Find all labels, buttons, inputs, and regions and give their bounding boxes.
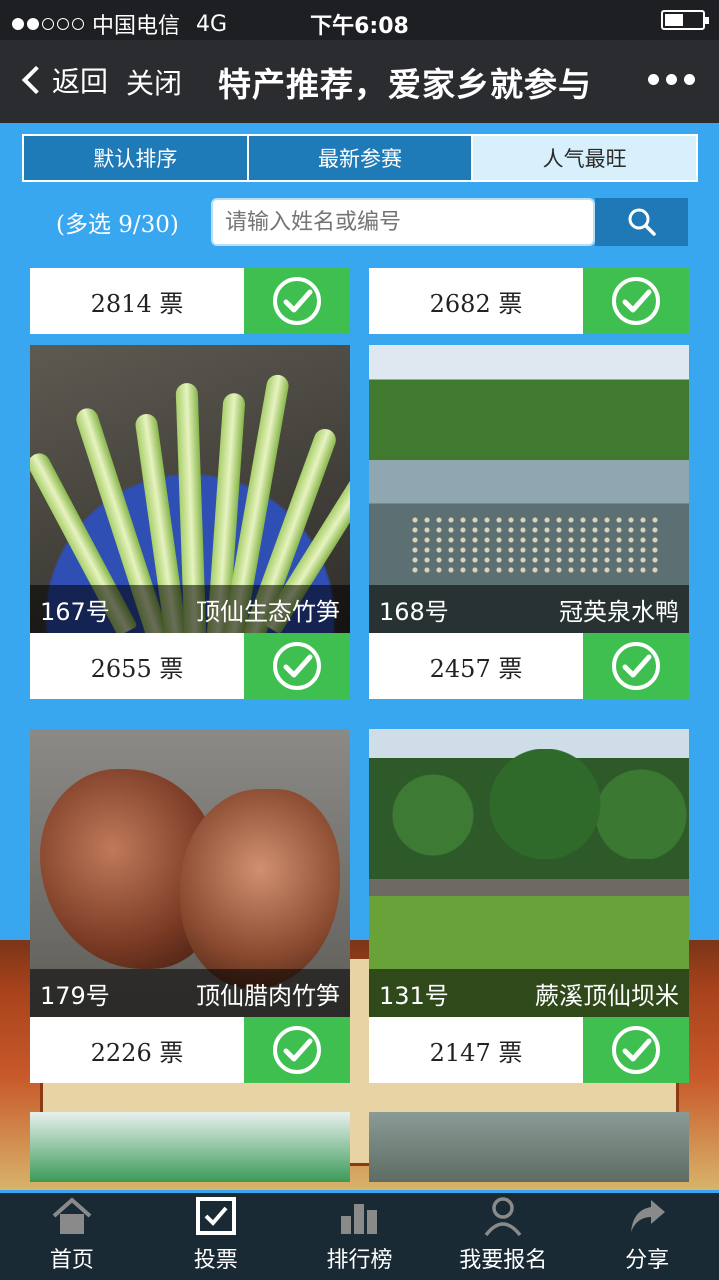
bottom-tab-bar: 首页 投票 排行榜 我要报名 分享	[0, 1193, 719, 1280]
clock: 下午6:08	[310, 14, 409, 39]
contestant-number: 168号	[379, 597, 449, 626]
contestant-photo[interactable]	[369, 1112, 689, 1182]
contestant-caption: 179号 顶仙腊肉竹笋	[30, 969, 350, 1017]
contestant-list[interactable]: 2814 票 2682 票 167号 顶仙生态竹笋 2655 票 168号 冠英…	[0, 268, 719, 1193]
vote-button[interactable]	[244, 268, 350, 334]
contestant-caption: 167号 顶仙生态竹笋	[30, 585, 350, 633]
share-icon	[624, 1193, 670, 1238]
page-title: 特产推荐，爱家乡就参与	[218, 65, 592, 104]
vote-button[interactable]	[583, 633, 689, 699]
tab-newest[interactable]: 最新参赛	[249, 136, 474, 180]
home-icon	[49, 1193, 95, 1238]
tab-label: 投票	[193, 1248, 238, 1273]
vote-icon	[193, 1193, 239, 1238]
contestant-caption: 168号 冠英泉水鸭	[369, 585, 689, 633]
vote-count: 2226 票	[30, 1017, 244, 1083]
contestant-number: 131号	[379, 981, 449, 1010]
chevron-left-icon	[21, 65, 51, 95]
search-icon	[628, 208, 656, 236]
vote-button[interactable]	[583, 1017, 689, 1083]
checkmark-icon	[612, 277, 660, 325]
contestant-name: 冠英泉水鸭	[559, 597, 679, 626]
checkmark-icon	[273, 1026, 321, 1074]
tab-label: 首页	[49, 1248, 94, 1273]
tab-most-popular[interactable]: 人气最旺	[473, 136, 697, 180]
checkmark-icon	[612, 1026, 660, 1074]
tab-share[interactable]: 分享	[575, 1193, 719, 1280]
user-icon	[480, 1193, 526, 1238]
tab-vote[interactable]: 投票	[144, 1193, 288, 1280]
battery-icon	[661, 10, 709, 30]
vote-count: 2457 票	[369, 633, 583, 699]
multi-select-count: (多选 9/30)	[56, 212, 179, 238]
contestant-name: 顶仙腊肉竹笋	[196, 981, 340, 1010]
tab-label: 我要报名	[459, 1248, 548, 1273]
back-label: 返回	[52, 65, 109, 98]
more-options-icon[interactable]	[648, 74, 695, 85]
vote-button[interactable]	[244, 1017, 350, 1083]
tab-register[interactable]: 我要报名	[431, 1193, 575, 1280]
vote-count: 2814 票	[30, 268, 244, 334]
vote-count: 2682 票	[369, 268, 583, 334]
vote-button[interactable]	[583, 268, 689, 334]
search-button[interactable]	[595, 198, 688, 246]
navigation-bar: 返回 关闭 特产推荐，爱家乡就参与	[0, 40, 719, 123]
close-button[interactable]: 关闭	[126, 62, 182, 102]
status-bar: 中国电信 4G 下午6:08	[0, 0, 719, 40]
tab-label: 分享	[625, 1248, 670, 1273]
checkmark-icon	[612, 642, 660, 690]
contestant-number: 167号	[40, 597, 110, 626]
tab-default-sort[interactable]: 默认排序	[24, 136, 249, 180]
tab-ranking[interactable]: 排行榜	[288, 1193, 432, 1280]
tab-home[interactable]: 首页	[0, 1193, 144, 1280]
back-button[interactable]: 返回	[18, 60, 108, 100]
contestant-caption: 131号 蕨溪顶仙坝米	[369, 969, 689, 1017]
contestant-number: 179号	[40, 981, 110, 1010]
tab-label: 排行榜	[326, 1248, 393, 1273]
search-input[interactable]	[211, 198, 595, 246]
vote-count: 2655 票	[30, 633, 244, 699]
vote-button[interactable]	[244, 633, 350, 699]
vote-count: 2147 票	[369, 1017, 583, 1083]
ranking-icon	[336, 1193, 382, 1238]
contestant-name: 蕨溪顶仙坝米	[535, 981, 679, 1010]
checkmark-icon	[273, 277, 321, 325]
contestant-name: 顶仙生态竹笋	[196, 597, 340, 626]
contestant-photo[interactable]	[30, 1112, 350, 1182]
sort-tabs: 默认排序 最新参赛 人气最旺	[22, 134, 698, 182]
checkmark-icon	[273, 642, 321, 690]
